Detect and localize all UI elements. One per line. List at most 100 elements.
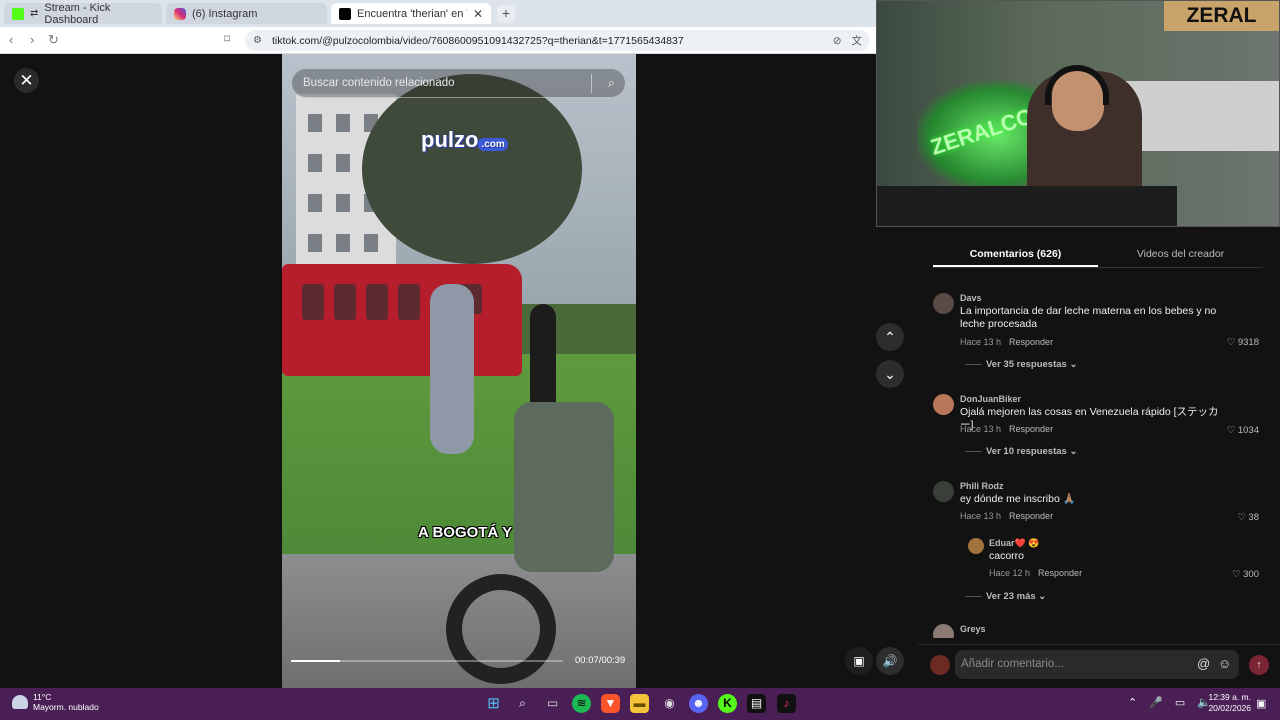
- like-count[interactable]: ♡ 38: [1237, 512, 1259, 523]
- avatar[interactable]: [933, 394, 954, 415]
- related-search-bar[interactable]: Buscar contenido relacionado ⌕: [291, 68, 626, 98]
- view-more-replies-button[interactable]: Ver 23 más ⌄: [965, 591, 1046, 602]
- view-replies-button[interactable]: Ver 10 respuestas ⌄: [965, 446, 1077, 457]
- url-text: tiktok.com/@pulzocolombia/video/76086009…: [271, 34, 684, 47]
- floating-player-icon[interactable]: ▣: [845, 647, 873, 675]
- clock-time: 12:39 a. m.: [1208, 692, 1251, 702]
- comment-item: Greys: [933, 624, 1265, 638]
- pulzo-logo: pulzo .com: [421, 127, 508, 153]
- related-search-input[interactable]: Buscar contenido relacionado: [303, 77, 455, 89]
- weather-temperature: 11°C: [33, 692, 52, 702]
- comment-user[interactable]: Eduar❤️ 😍: [989, 538, 1039, 549]
- discord-icon[interactable]: ☻: [689, 694, 708, 713]
- kick-icon[interactable]: K: [718, 694, 737, 713]
- reply-button[interactable]: Responder: [1038, 568, 1082, 578]
- comment-meta: Hace 13 h Responder: [960, 337, 1054, 347]
- emoji-icon[interactable]: ☺: [1218, 656, 1231, 671]
- tiktok-icon: [339, 7, 351, 20]
- video-motorcyclist: [514, 402, 614, 572]
- windows-start-icon[interactable]: ⊞: [484, 694, 503, 713]
- browser-tab-bar: ⇄ Stream - Kick Dashboard (6) Instagram …: [0, 0, 876, 27]
- avatar[interactable]: [933, 293, 954, 314]
- brave-browser-icon[interactable]: ▼: [601, 694, 620, 713]
- weather-widget[interactable]: 11°C Mayorm. nublado: [12, 692, 99, 712]
- search-icon[interactable]: ⌕: [513, 694, 532, 713]
- avatar[interactable]: [933, 481, 954, 502]
- tab-tiktok[interactable]: Encuentra 'therian' en TikTok ✕: [331, 3, 491, 24]
- tab-comments[interactable]: Comentarios (626): [933, 242, 1098, 267]
- reply-button[interactable]: Responder: [1009, 424, 1053, 434]
- spotify-icon[interactable]: ≋: [572, 694, 591, 713]
- instagram-icon: [174, 7, 186, 20]
- next-video-button[interactable]: ⌄: [876, 360, 904, 388]
- tab-label: Stream - Kick Dashboard: [44, 1, 111, 26]
- reload-icon[interactable]: ↻: [48, 32, 59, 48]
- comment-meta: Hace 13 h Responder: [960, 511, 1054, 521]
- close-viewer-button[interactable]: ✕: [14, 68, 39, 93]
- comments-tabs: Comentarios (626) Videos del creador: [933, 242, 1263, 268]
- weather-condition: Mayorm. nublado: [33, 702, 99, 712]
- video-player[interactable]: Buscar contenido relacionado ⌕ pulzo .com…: [282, 54, 636, 688]
- site-info-icon[interactable]: ⚙: [253, 35, 262, 46]
- send-comment-button[interactable]: ↑: [1249, 655, 1269, 675]
- video-person-left: [430, 284, 474, 454]
- streamer-brand-logo: ZERAL: [1164, 1, 1279, 31]
- network-icon[interactable]: ▭: [1175, 696, 1185, 709]
- tab-instagram[interactable]: (6) Instagram: [166, 3, 327, 24]
- reply-button[interactable]: Responder: [1009, 511, 1053, 521]
- forward-icon[interactable]: ›: [30, 32, 34, 47]
- avatar[interactable]: [933, 624, 954, 638]
- bookmark-icon[interactable]: ⌑: [224, 32, 230, 46]
- close-tab-icon[interactable]: ✕: [473, 7, 483, 21]
- video-viewer: ✕ Buscar contenido relacionado ⌕ pulzo .c…: [0, 54, 918, 688]
- file-explorer-icon[interactable]: ▬: [630, 694, 649, 713]
- like-count[interactable]: ♡ 9318: [1227, 337, 1259, 348]
- tab-label: Encuentra 'therian' en TikTok: [357, 7, 467, 20]
- kick-icon: [12, 7, 24, 20]
- taskbar: 11°C Mayorm. nublado ⊞ ⌕ ▭ ≋ ▼ ▬ ◉ ☻ K ▤…: [0, 688, 1280, 720]
- search-divider: [591, 74, 592, 93]
- reply-button[interactable]: Responder: [1009, 337, 1053, 347]
- video-timecode: 00:07/00:39: [575, 655, 626, 666]
- video-caption: A BOGOTÁ Y: [418, 524, 513, 541]
- search-icon[interactable]: ⌕: [608, 75, 615, 91]
- tiktok-icon[interactable]: ♪: [777, 694, 796, 713]
- comment-user[interactable]: DonJuanBiker: [960, 394, 1021, 404]
- avatar[interactable]: [968, 538, 984, 554]
- comment-item: DonJuanBiker Ojalá mejoren las cosas en …: [933, 394, 1265, 464]
- comment-meta: Hace 13 h Responder: [960, 424, 1054, 434]
- like-count[interactable]: ♡ 300: [1232, 569, 1259, 580]
- tab-kick-dashboard[interactable]: ⇄ Stream - Kick Dashboard: [4, 1, 162, 26]
- video-tree: [362, 74, 582, 264]
- system-tray: ⌃ 🎤 ▭ 🔈: [1128, 696, 1211, 709]
- mention-icon[interactable]: @: [1197, 656, 1210, 671]
- task-view-icon[interactable]: ▭: [543, 694, 562, 713]
- comment-composer: Añadir comentario... @ ☺ ↑: [918, 644, 1280, 688]
- comment-user[interactable]: Greys: [960, 624, 986, 634]
- translate-icon[interactable]: 文: [852, 33, 863, 48]
- new-tab-button[interactable]: +: [497, 5, 515, 23]
- view-replies-button[interactable]: Ver 35 respuestas ⌄: [965, 359, 1077, 370]
- video-progress-bar[interactable]: [291, 660, 563, 662]
- cloud-icon: [12, 695, 28, 709]
- address-bar[interactable]: ⚙ tiktok.com/@pulzocolombia/video/760860…: [245, 30, 870, 51]
- previous-video-button[interactable]: ⌃: [876, 323, 904, 351]
- microphone-icon[interactable]: 🎤: [1149, 696, 1163, 709]
- volume-icon[interactable]: 🔊: [876, 647, 904, 675]
- video-bus: [282, 264, 522, 376]
- obs-icon[interactable]: ◉: [660, 694, 679, 713]
- back-icon[interactable]: ‹: [9, 32, 13, 47]
- webcam-desk: [877, 186, 1177, 226]
- comment-user[interactable]: Davs: [960, 293, 982, 303]
- no-sound-icon[interactable]: ⊘: [833, 35, 842, 47]
- comment-user[interactable]: Phili Rodz: [960, 481, 1004, 491]
- tab-creator-videos[interactable]: Videos del creador: [1098, 242, 1263, 267]
- chevron-up-icon[interactable]: ⌃: [1128, 696, 1137, 709]
- webcam-overlay: ZERALCO ZERAL: [876, 0, 1280, 227]
- comment-item: Phili Rodz ey dónde me inscribo 🙏🏽 Hace …: [933, 481, 1265, 531]
- system-clock[interactable]: 12:39 a. m. 20/02/2026: [1205, 692, 1251, 714]
- comment-meta: Hace 12 h Responder: [989, 568, 1083, 578]
- stream-app-icon[interactable]: ▤: [747, 694, 766, 713]
- notification-icon[interactable]: ▣: [1256, 697, 1266, 710]
- like-count[interactable]: ♡ 1034: [1227, 425, 1259, 436]
